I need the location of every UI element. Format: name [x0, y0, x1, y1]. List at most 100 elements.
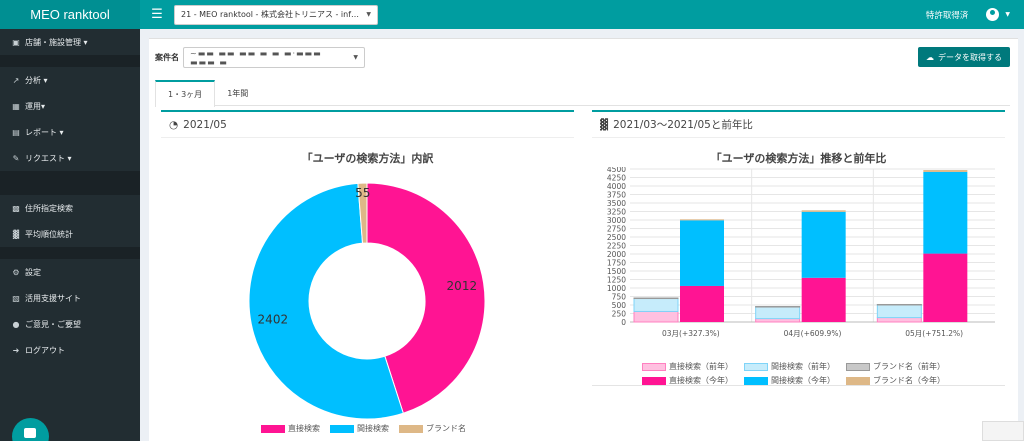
x-tick-label: 05月(+751.2%): [905, 329, 963, 338]
store-icon: ▣: [12, 37, 20, 47]
y-tick-label: 3000: [607, 216, 626, 225]
panel-heading: ◔ 2021/05: [161, 112, 574, 138]
x-tick-label: 03月(+327.3%): [662, 329, 720, 338]
sidebar-item-support-site[interactable]: ▧ 活用支援サイト: [0, 285, 140, 311]
sidebar-item-analysis[interactable]: ↗ 分析 ▾: [0, 67, 140, 93]
sidebar-item-average-rank[interactable]: ▓ 平均順位統計: [0, 221, 140, 247]
legend-swatch: [261, 424, 285, 433]
sidebar-item-address-search[interactable]: ▩ 住所指定検索: [0, 195, 140, 221]
y-tick-label: 500: [612, 301, 627, 310]
bar-segment[interactable]: [923, 170, 968, 172]
sidebar-item-store[interactable]: ▣ 店舗・施設管理 ▾: [0, 29, 140, 55]
legend-label: 直接検索（前年）: [669, 362, 733, 371]
sidebar-item-label: 活用支援サイト: [25, 293, 81, 303]
sidebar-item-report[interactable]: ▤ レポート ▾: [0, 119, 140, 145]
y-tick-label: 1750: [607, 259, 626, 268]
cloud-download-icon: ☁: [926, 52, 934, 62]
main-content: 案件名 ~▬▬ ▬▬ ▬▬ ▬ ▬ ▬·▬▬▬ ▬▬▬ ▬ ▼ ☁ データを取得…: [149, 38, 1018, 441]
top-bar: MEO ranktool ☰ 21 - MEO ranktool - 株式会社ト…: [0, 0, 1024, 29]
y-tick-label: 1000: [607, 284, 626, 293]
y-tick-label: 2500: [607, 233, 626, 242]
bar-segment[interactable]: [755, 306, 801, 320]
chart-line-icon: ↗: [12, 75, 20, 85]
legend-item[interactable]: 直接検索（今年）: [642, 375, 733, 386]
logout-icon: ➜: [12, 345, 20, 355]
bar-segment[interactable]: [633, 310, 679, 323]
y-tick-label: 2250: [607, 242, 626, 251]
sidebar-divider: [0, 55, 140, 67]
gear-icon: ⚙: [12, 267, 20, 277]
sidebar-item-settings[interactable]: ⚙ 設定: [0, 259, 140, 285]
patent-label: 特許取得済: [925, 10, 969, 21]
trend-panel: ▓ 2021/03〜2021/05と前年比 「ユーザの検索方法」推移と前年比 0…: [592, 110, 1005, 386]
bar-segment[interactable]: [801, 210, 846, 212]
bar-segment[interactable]: [876, 317, 922, 323]
case-select-value: ~▬▬ ▬▬ ▬▬ ▬ ▬ ▬·▬▬▬ ▬▬▬ ▬: [190, 48, 322, 67]
sidebar-item-label: ご意見・ご要望: [25, 319, 81, 329]
y-tick-label: 4000: [607, 182, 626, 191]
case-select[interactable]: ~▬▬ ▬▬ ▬▬ ▬ ▬ ▬·▬▬▬ ▬▬▬ ▬ ▼: [183, 47, 365, 68]
legend-item[interactable]: ブランド名（今年）: [846, 375, 945, 386]
sidebar-item-label: ログアウト: [25, 345, 65, 355]
project-select[interactable]: 21 - MEO ranktool - 株式会社トリニアス - inf… ▼: [174, 4, 378, 25]
app-logo[interactable]: MEO ranktool: [0, 0, 140, 29]
bar-segment[interactable]: [755, 318, 801, 323]
bar-segment[interactable]: [801, 211, 846, 278]
user-menu[interactable]: ▼: [986, 8, 1010, 21]
y-tick-label: 250: [612, 310, 627, 319]
recaptcha-badge[interactable]: [982, 421, 1024, 441]
pie-chart-icon: ◔: [169, 118, 179, 131]
legend-swatch: [846, 362, 870, 371]
y-tick-label: 2750: [607, 225, 626, 234]
bar-segment[interactable]: [923, 253, 968, 322]
bar-segment[interactable]: [633, 297, 679, 300]
sidebar-item-logout[interactable]: ➜ ログアウト: [0, 337, 140, 363]
bar-chart-title: 「ユーザの検索方法」推移と前年比: [710, 152, 887, 165]
legend-label: ブランド名: [426, 424, 466, 433]
legend-item[interactable]: ブランド名（前年）: [846, 361, 945, 372]
bar-segment[interactable]: [876, 303, 922, 306]
sidebar-item-feedback[interactable]: ● ご意見・ご要望: [0, 311, 140, 337]
map-icon: ▩: [12, 203, 20, 213]
sidebar-item-label: 店舗・施設管理 ▾: [25, 37, 88, 47]
slice-value-label: 55: [355, 186, 370, 200]
legend-swatch: [744, 362, 768, 371]
sidebar-item-label: 分析 ▾: [25, 75, 48, 85]
bar-segment[interactable]: [680, 285, 724, 322]
bar-segment[interactable]: [801, 277, 846, 322]
legend-label: 間接検索: [357, 424, 389, 433]
case-selector-row: 案件名 ~▬▬ ▬▬ ▬▬ ▬ ▬ ▬·▬▬▬ ▬▬▬ ▬ ▼: [155, 47, 365, 68]
comment-icon: ●: [12, 319, 20, 329]
fetch-data-button[interactable]: ☁ データを取得する: [918, 47, 1010, 67]
film-icon: ▧: [12, 293, 20, 303]
bar-segment[interactable]: [923, 171, 968, 254]
legend-label: 直接検索: [288, 424, 320, 433]
panel-heading-text: 2021/03〜2021/05と前年比: [613, 119, 753, 131]
sidebar-item-label: 平均順位統計: [25, 229, 73, 239]
breakdown-panel: ◔ 2021/05 「ユーザの検索方法」内訳 2012 2402 55 直接検索 間…: [161, 110, 574, 441]
legend-item[interactable]: 間接検索（今年）: [744, 375, 835, 386]
tab-3-months[interactable]: 1・3ヶ月: [155, 80, 216, 107]
bar-segment[interactable]: [680, 219, 724, 221]
tab-1-year[interactable]: 1年間: [215, 80, 260, 106]
legend-label: ブランド名（今年）: [873, 376, 945, 385]
legend-item[interactable]: 間接検索（前年）: [744, 361, 835, 372]
report-icon: ▤: [12, 127, 20, 137]
legend-swatch: [642, 362, 666, 371]
sidebar-item-request[interactable]: ✎ リクエスト ▾: [0, 145, 140, 171]
sidebar-item-label: 運用▾: [25, 101, 46, 111]
y-tick-label: 3500: [607, 199, 626, 208]
legend-swatch: [846, 376, 870, 385]
legend-item[interactable]: 直接検索（前年）: [642, 361, 733, 372]
bar-segment[interactable]: [876, 304, 922, 319]
y-tick-label: 750: [612, 293, 627, 302]
slice-value-label: 2012: [447, 279, 478, 293]
bar-segment[interactable]: [633, 297, 679, 312]
legend-swatch: [744, 376, 768, 385]
user-icon: [986, 8, 1000, 21]
menu-toggle-icon[interactable]: ☰: [144, 7, 170, 22]
bar-segment[interactable]: [680, 220, 724, 286]
sidebar-item-operation[interactable]: ▦ 運用▾: [0, 93, 140, 119]
bar-segment[interactable]: [755, 306, 801, 308]
slice-value-label: 2402: [258, 313, 289, 327]
